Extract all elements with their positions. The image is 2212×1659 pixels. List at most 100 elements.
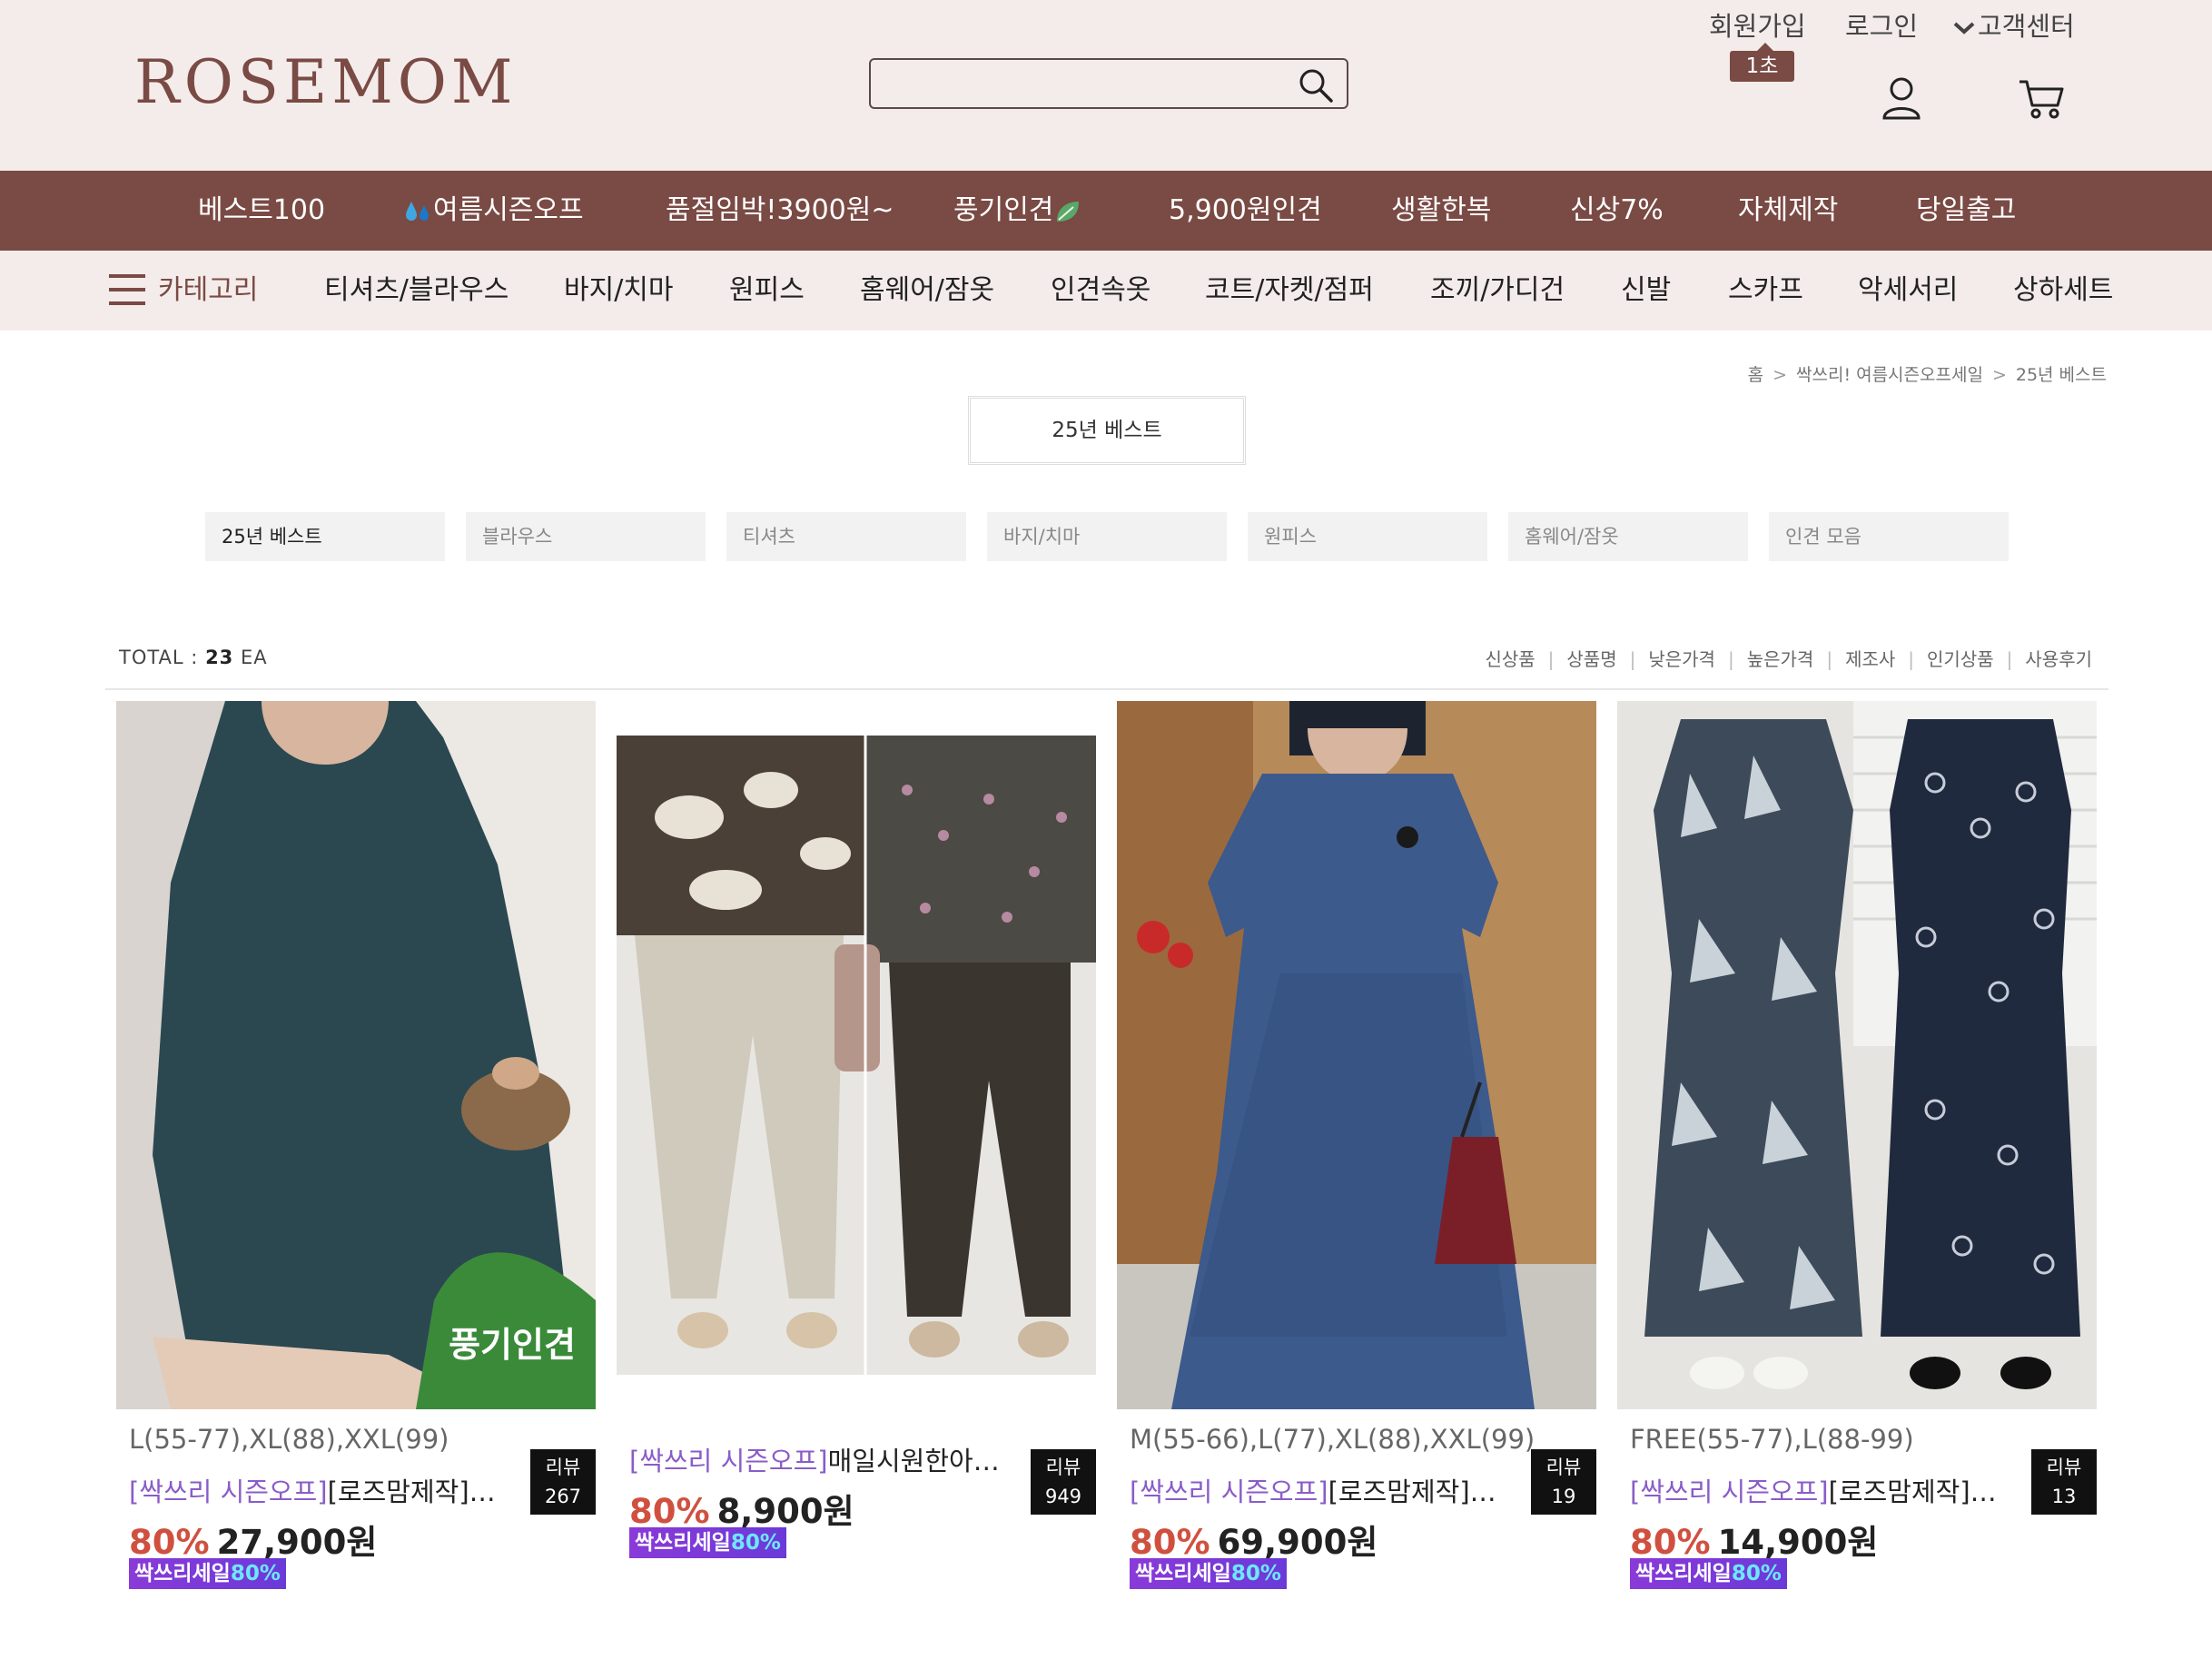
review-label: 리뷰 [545,1457,581,1478]
join-link[interactable]: 회원가입 [1709,5,1806,44]
sale-price: 69,900원 [1217,1523,1378,1562]
product-tag: [싹쓰리 시즌오프] [1630,1476,1829,1507]
category-item[interactable]: 스카프 [1728,251,1803,331]
review-count-badge[interactable]: 리뷰 949 [1031,1449,1096,1515]
review-count-badge[interactable]: 리뷰 267 [530,1449,596,1515]
total-number: 23 [205,647,234,668]
main-nav-item[interactable]: 베스트100 [198,171,325,251]
category-item[interactable]: 조끼/가디건 [1430,251,1565,331]
review-count-badge[interactable]: 리뷰 13 [2031,1449,2097,1515]
sort-option[interactable]: 상품명 [1566,645,1616,671]
discount-rate: 80% [129,1523,210,1562]
main-nav-item[interactable]: 자체제작 [1738,171,1838,251]
product-name[interactable]: [싹쓰리 시즌오프][로즈맘제작]연우… [1130,1471,1520,1509]
product-title: [로즈맘제작]연우… [1328,1476,1520,1507]
product-price: 80% 14,900원 [1630,1515,1878,1564]
search-icon[interactable] [1298,67,1334,104]
category-item[interactable]: 코트/자켓/점퍼 [1205,251,1374,331]
product-title: 매일시원한아이… [827,1446,1020,1476]
category-item[interactable]: 신발 [1621,251,1671,331]
support-label: 고객센터 [1978,11,2075,42]
join-badge: 1초 [1730,43,1794,82]
sort-option[interactable]: 낮은가격 [1648,645,1715,671]
total-label: TOTAL : [119,647,199,668]
subcategory-tab[interactable]: 인견 모음 [1769,512,2009,561]
sale-price: 8,900원 [716,1492,854,1531]
product-tag: [싹쓰리 시즌오프] [129,1476,328,1507]
category-item[interactable]: 원피스 [729,251,805,331]
support-menu[interactable]: 고객센터 [1952,5,2075,44]
total-count: TOTAL : 23 EA [119,647,268,668]
breadcrumb-item[interactable]: 홈 [1748,365,1763,385]
main-nav-item[interactable]: 여름시즌오프 [402,171,584,251]
login-link[interactable]: 로그인 [1845,5,1918,44]
product-sizes: FREE(55-77),L(88-99) [1630,1424,1914,1455]
leaf-icon [1057,201,1080,222]
subcategory-tab[interactable]: 홈웨어/잠옷 [1508,512,1748,561]
subcategory-tab[interactable]: 티셔츠 [726,512,966,561]
breadcrumb-item[interactable]: 25년 베스트 [2016,365,2107,385]
subcategory-tab[interactable]: 25년 베스트 [205,512,445,561]
category-item[interactable]: 바지/치마 [564,251,674,331]
main-nav-item[interactable]: 5,900원인견 [1169,171,1322,251]
category-item[interactable]: 홈웨어/잠옷 [860,251,994,331]
product-name[interactable]: [싹쓰리 시즌오프]매일시원한아이… [629,1440,1020,1478]
breadcrumb-item[interactable]: 싹쓰리! 여름시즌오프세일 [1796,365,1983,385]
product-name[interactable]: [싹쓰리 시즌오프][로즈맘제작]진화… [129,1471,519,1509]
sort-option[interactable]: 신상품 [1485,645,1535,671]
sale-badge: 싹쓰리세일80% [1630,1558,1787,1589]
product-image[interactable] [1617,701,2097,1409]
product-image[interactable]: 풍기인견 [116,701,596,1409]
sort-option[interactable]: 사용후기 [2025,645,2092,671]
cart-icon[interactable] [2018,76,2065,120]
review-count-badge[interactable]: 리뷰 19 [1531,1449,1596,1515]
sale-badge-text: 싹쓰리세일 [1635,1562,1732,1585]
user-icon[interactable] [1881,76,1921,120]
review-count: 19 [1551,1486,1576,1507]
sale-price: 14,900원 [1717,1523,1879,1562]
site-header: ROSEMOM 회원가입 로그인 고객센터 1초 [0,0,2212,171]
divider [105,688,2108,690]
sale-badge-text: 싹쓰리세일 [635,1531,731,1555]
logo[interactable]: ROSEMOM [134,47,517,117]
category-item[interactable]: 상하세트 [2013,251,2113,331]
sort-option[interactable]: 제조사 [1845,645,1895,671]
product-title: [로즈맘제작]진화… [327,1476,519,1507]
product-image[interactable] [1117,701,1596,1409]
sale-badge: 싹쓰리세일80% [129,1558,286,1589]
product-name[interactable]: [싹쓰리 시즌오프][로즈맘제작]다롬… [1630,1471,2020,1509]
sale-badge: 싹쓰리세일80% [629,1527,786,1558]
category-item[interactable]: 인견속옷 [1051,251,1150,331]
subcategory-tab[interactable]: 블라우스 [466,512,706,561]
product-image[interactable] [617,736,1096,1375]
sale-badge-pct: 80% [1731,1562,1782,1585]
search-box [869,58,1348,109]
main-nav-item[interactable]: 당일출고 [1916,171,2016,251]
main-nav-label: 풍기인견 [953,194,1054,226]
water-drop-icon [406,201,429,221]
sale-badge-pct: 80% [230,1562,281,1585]
chevron-right-icon: > [1991,365,2007,385]
product-sizes: L(55-77),XL(88),XXL(99) [129,1424,449,1455]
discount-rate: 80% [629,1492,710,1531]
sort-option[interactable]: 높은가격 [1747,645,1814,671]
category-item[interactable]: 악세서리 [1858,251,1958,331]
hamburger-icon[interactable] [109,274,145,305]
product-price: 80% 27,900원 [129,1515,377,1564]
discount-rate: 80% [1630,1523,1711,1562]
subcategory-tab[interactable]: 바지/치마 [987,512,1227,561]
review-count: 949 [1044,1486,1082,1507]
main-nav-item[interactable]: 품절임박!3900원~ [666,171,894,251]
main-nav-item[interactable]: 풍기인견 [953,171,1082,251]
category-menu-label[interactable]: 카테고리 [158,251,258,331]
main-nav-item[interactable]: 신상7% [1570,171,1664,251]
search-input[interactable] [885,67,1285,100]
review-label: 리뷰 [1045,1457,1081,1478]
main-nav: 베스트100 여름시즌오프 품절임박!3900원~ 풍기인견 5,900원인견 … [0,171,2212,251]
main-nav-label: 여름시즌오프 [433,194,584,226]
subcategory-tab[interactable]: 원피스 [1248,512,1487,561]
category-item[interactable]: 티셔츠/블라우스 [324,251,509,331]
main-nav-item[interactable]: 생활한복 [1391,171,1491,251]
sort-option[interactable]: 인기상품 [1927,645,1994,671]
sale-badge-text: 싹쓰리세일 [134,1562,231,1585]
